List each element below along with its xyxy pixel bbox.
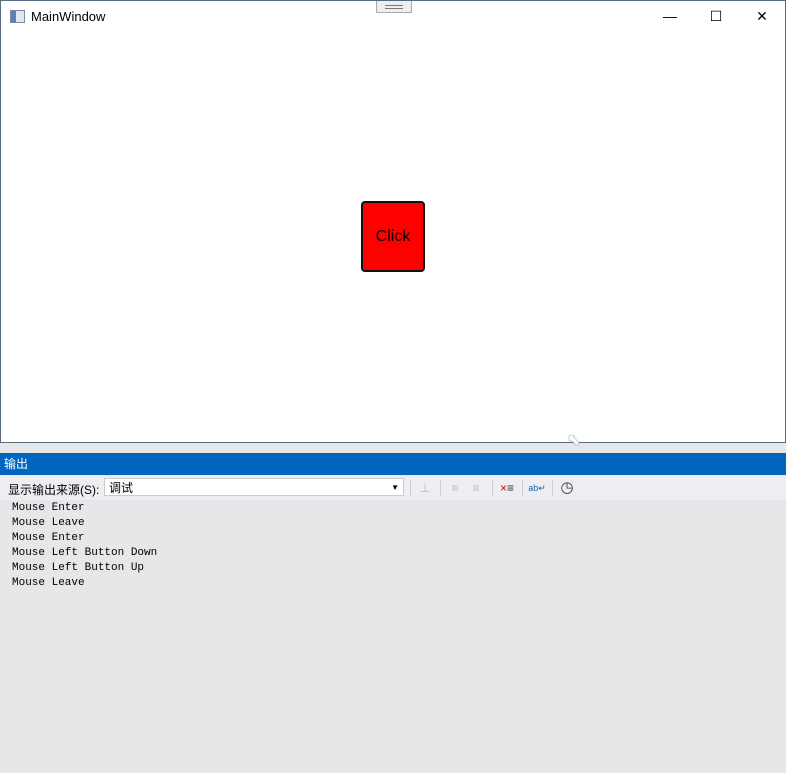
source-value: 调试: [109, 481, 134, 495]
word-wrap-icon[interactable]: ab↵: [528, 479, 546, 497]
separator: [552, 480, 553, 496]
minimize-button[interactable]: —: [647, 1, 693, 31]
output-line: Mouse Enter: [12, 532, 85, 544]
source-label: 显示输出来源(S):: [8, 483, 100, 497]
separator: [522, 480, 523, 496]
output-toolbar: 显示输出来源(S): 调试 ▼ ⊥ ≡ ≡ ×≡ ab↵ ◷: [0, 476, 786, 500]
output-line: Mouse Leave: [12, 577, 85, 589]
clock-icon[interactable]: ◷: [558, 479, 576, 497]
output-panel-title: 输出: [4, 457, 29, 471]
chevron-down-icon: ▼: [391, 483, 399, 492]
output-line: Mouse Enter: [12, 502, 85, 514]
click-button[interactable]: Click: [361, 201, 425, 272]
next-message-icon[interactable]: ≡: [467, 479, 485, 497]
separator: [440, 480, 441, 496]
close-button[interactable]: ✕: [739, 1, 785, 31]
output-panel-header: 输出: [0, 453, 786, 475]
main-window: MainWindow — ☐ ✕ Click: [0, 0, 786, 443]
previous-message-icon[interactable]: ≡: [446, 479, 464, 497]
output-text[interactable]: Mouse Enter Mouse Leave Mouse Enter Mous…: [12, 501, 157, 591]
app-icon: [10, 10, 25, 23]
clear-all-icon[interactable]: ×≡: [498, 479, 516, 497]
output-line: Mouse Left Button Up: [12, 562, 145, 574]
resize-grip[interactable]: [376, 1, 412, 13]
find-message-icon[interactable]: ⊥: [416, 479, 434, 497]
output-line: Mouse Leave: [12, 517, 85, 529]
maximize-button[interactable]: ☐: [693, 1, 739, 31]
separator: [410, 480, 411, 496]
source-dropdown[interactable]: 调试 ▼: [104, 478, 404, 496]
separator: [492, 480, 493, 496]
output-line: Mouse Left Button Down: [12, 547, 158, 559]
mouse-cursor-icon: ⬉: [567, 432, 581, 449]
window-title: MainWindow: [31, 9, 106, 24]
